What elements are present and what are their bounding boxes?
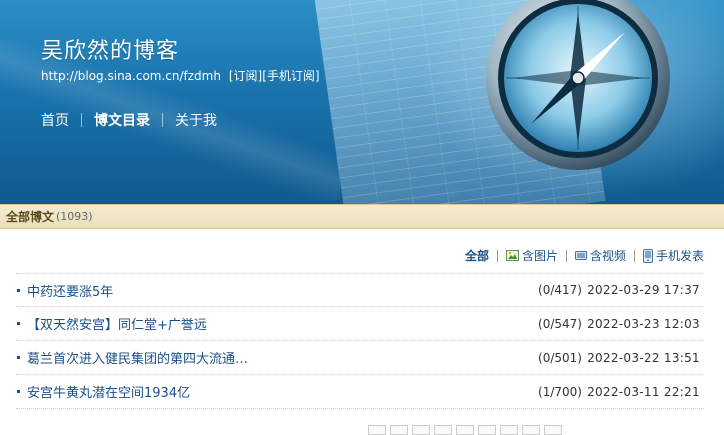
blog-nav: 首页 博文目录 关于我 xyxy=(41,110,217,130)
blog-url-line: http://blog.sina.com.cn/fzdmh [订阅][手机订阅] xyxy=(41,67,320,84)
list-item: 安宫牛黄丸潜在空间1934亿 (1/700) 2022-03-11 22:21 xyxy=(16,375,704,409)
subscribe-link[interactable]: [订阅] xyxy=(229,69,262,83)
bullet-icon xyxy=(17,390,20,393)
post-date: 2022-03-23 12:03 xyxy=(587,316,700,331)
bullet-icon xyxy=(17,288,20,292)
post-stats: (0/547) xyxy=(538,316,582,331)
image-icon xyxy=(505,250,519,261)
section-header: 全部博文 (1093) xyxy=(0,204,724,229)
blog-title: 吴欣然的博客 xyxy=(41,39,180,64)
post-title-link[interactable]: 葛兰首次进入健民集团的第四大流通… xyxy=(27,348,248,367)
nav-catalog[interactable]: 博文目录 xyxy=(94,110,150,130)
filter-all[interactable]: 全部 xyxy=(465,247,489,264)
post-stats: (0/417) xyxy=(538,283,582,297)
post-list: 中药还要涨5年 (0/417) 2022-03-29 17:37 【双天然安宫】… xyxy=(16,273,704,409)
pager-button[interactable] xyxy=(544,425,562,435)
filter-images[interactable]: 含图片 xyxy=(505,247,558,264)
list-item: 【双天然安宫】同仁堂+广誉远 (0/547) 2022-03-23 12:03 xyxy=(16,307,704,341)
mobile-subscribe-link[interactable]: [手机订阅] xyxy=(262,69,319,83)
pager-button[interactable] xyxy=(434,425,452,435)
blog-banner: 吴欣然的博客 http://blog.sina.com.cn/fzdmh [订阅… xyxy=(0,0,724,204)
filter-divider xyxy=(565,249,567,262)
nav-about[interactable]: 关于我 xyxy=(175,110,217,130)
bullet-icon xyxy=(17,322,20,325)
list-item: 中药还要涨5年 (0/417) 2022-03-29 17:37 xyxy=(16,273,704,307)
post-stats: (0/501) xyxy=(538,350,582,365)
pager-button[interactable] xyxy=(368,425,386,435)
section-title: 全部博文 xyxy=(6,210,55,224)
filter-video-label: 含视频 xyxy=(589,249,626,263)
bullet-icon xyxy=(17,356,20,359)
video-icon xyxy=(574,251,587,260)
pager-button[interactable] xyxy=(390,425,408,435)
filter-mobile[interactable]: 手机发表 xyxy=(642,247,704,264)
pager-button[interactable] xyxy=(478,425,496,435)
nav-divider xyxy=(81,113,82,127)
post-title-link[interactable]: 安宫牛黄丸潜在空间1934亿 xyxy=(27,382,190,401)
pager-button[interactable] xyxy=(522,425,540,435)
post-title-link[interactable]: 中药还要涨5年 xyxy=(27,281,113,300)
pager-button[interactable] xyxy=(412,425,430,435)
blog-url[interactable]: http://blog.sina.com.cn/fzdmh xyxy=(41,69,221,83)
nav-divider xyxy=(162,113,163,127)
post-date: 2022-03-22 13:51 xyxy=(587,350,700,365)
post-date: 2022-03-29 17:37 xyxy=(587,283,700,297)
post-filters: 全部 含图片 含视频 手机发表 xyxy=(465,247,704,264)
post-title-link[interactable]: 【双天然安宫】同仁堂+广誉远 xyxy=(27,314,207,333)
pager-button[interactable] xyxy=(500,425,518,435)
mobile-phone-icon xyxy=(642,248,653,263)
post-date: 2022-03-11 22:21 xyxy=(587,384,700,399)
nav-home[interactable]: 首页 xyxy=(41,110,69,130)
filter-divider xyxy=(496,249,498,262)
list-item: 葛兰首次进入健民集团的第四大流通… (0/501) 2022-03-22 13:… xyxy=(16,341,704,375)
post-stats: (1/700) xyxy=(538,384,582,399)
filter-all-label: 全部 xyxy=(464,249,489,263)
compass-icon xyxy=(486,0,670,170)
filter-video[interactable]: 含视频 xyxy=(574,247,626,264)
post-count: (1093) xyxy=(56,210,93,223)
filter-images-label: 含图片 xyxy=(521,249,558,263)
pager-button[interactable] xyxy=(456,425,474,435)
pager xyxy=(368,425,566,435)
filter-divider xyxy=(633,249,635,262)
filter-mobile-label: 手机发表 xyxy=(655,249,704,263)
